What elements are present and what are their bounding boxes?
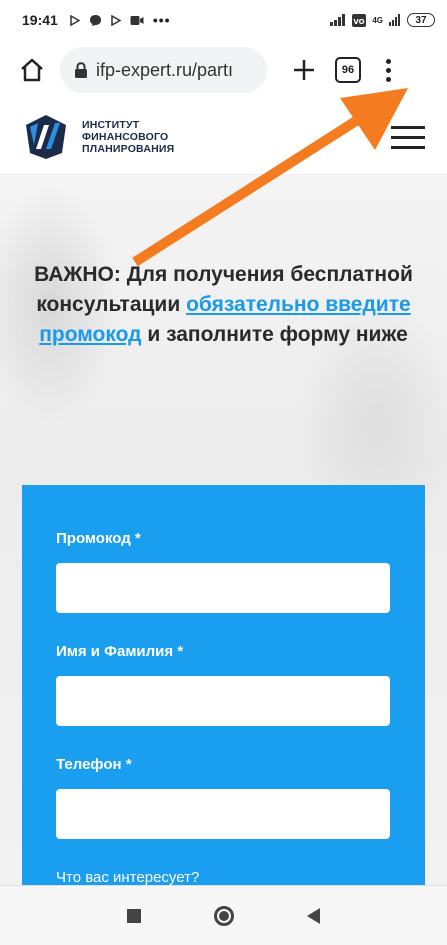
logo-line: ФИНАНСОВОГО: [82, 131, 169, 143]
home-icon: [21, 58, 43, 82]
recents-button[interactable]: [126, 908, 141, 923]
play-store-icon: [111, 14, 121, 26]
hamburger-menu-button[interactable]: [391, 125, 425, 149]
browser-menu-button[interactable]: [373, 50, 403, 90]
svg-text:VO: VO: [354, 18, 365, 26]
menu-dot: [385, 76, 391, 82]
headline-link-promocode[interactable]: промокод: [39, 323, 141, 346]
site-header: ИНСТИТУТ ФИНАНСОВОГО ПЛАНИРОВАНИЯ: [0, 100, 447, 175]
plus-icon: [294, 60, 314, 80]
volte-icon: VO: [352, 13, 367, 27]
battery-level: 37: [415, 14, 427, 26]
signal-icon: [389, 14, 400, 26]
system-navigation-bar: [0, 885, 447, 945]
video-icon: [130, 15, 144, 25]
status-bar: 19:41 ••• VO 4G 37: [0, 0, 447, 40]
address-bar[interactable]: ifp-expert.ru/partı: [60, 47, 267, 93]
network-type: 4G: [372, 15, 383, 25]
menu-dot: [385, 58, 391, 64]
phone-input[interactable]: [56, 789, 390, 839]
notification-icons: •••: [70, 12, 171, 28]
logo-line: ИНСТИТУТ: [82, 119, 140, 131]
logo-line: ПЛАНИРОВАНИЯ: [82, 143, 175, 155]
name-input[interactable]: [56, 676, 390, 726]
name-label: Имя и Фамилия *: [56, 643, 184, 660]
headline-text: и заполните форму ниже: [141, 323, 408, 346]
play-store-icon: [70, 14, 80, 26]
status-time: 19:41: [22, 12, 58, 28]
hero-headline: ВАЖНО: Для получения бесплатной консульт…: [20, 260, 427, 350]
chat-icon: [89, 14, 101, 26]
phone-label: Телефон *: [56, 756, 132, 773]
logo-text[interactable]: ИНСТИТУТ ФИНАНСОВОГО ПЛАНИРОВАНИЯ: [82, 119, 174, 155]
promocode-input[interactable]: [56, 563, 390, 613]
tab-switcher-button[interactable]: 96: [335, 57, 361, 83]
lock-icon: [74, 61, 88, 79]
promocode-label: Промокод *: [56, 530, 141, 547]
home-nav-button[interactable]: [213, 905, 234, 926]
back-button[interactable]: [307, 907, 321, 924]
menu-dot: [385, 67, 391, 73]
consultation-form: Промокод * Имя и Фамилия * Телефон * Что…: [22, 485, 425, 905]
status-right: VO 4G 37: [330, 13, 435, 27]
url-text: ifp-expert.ru/partı: [96, 59, 234, 80]
home-button[interactable]: [12, 50, 52, 90]
burger-line: [391, 145, 425, 149]
more-dots-icon: •••: [152, 12, 171, 28]
browser-toolbar: ifp-expert.ru/partı 96: [0, 40, 447, 100]
new-tab-button[interactable]: [284, 50, 324, 90]
signal-icon: [330, 14, 346, 26]
home-nav-dot: [218, 910, 229, 921]
tabs-count: 96: [341, 64, 355, 76]
logo-icon[interactable]: [22, 113, 70, 161]
burger-line: [391, 125, 425, 129]
headline-link-required[interactable]: обязательно введите: [186, 293, 411, 316]
burger-line: [391, 135, 425, 139]
interest-label: Что вас интересует?: [56, 869, 200, 886]
battery-icon: 37: [407, 13, 435, 27]
